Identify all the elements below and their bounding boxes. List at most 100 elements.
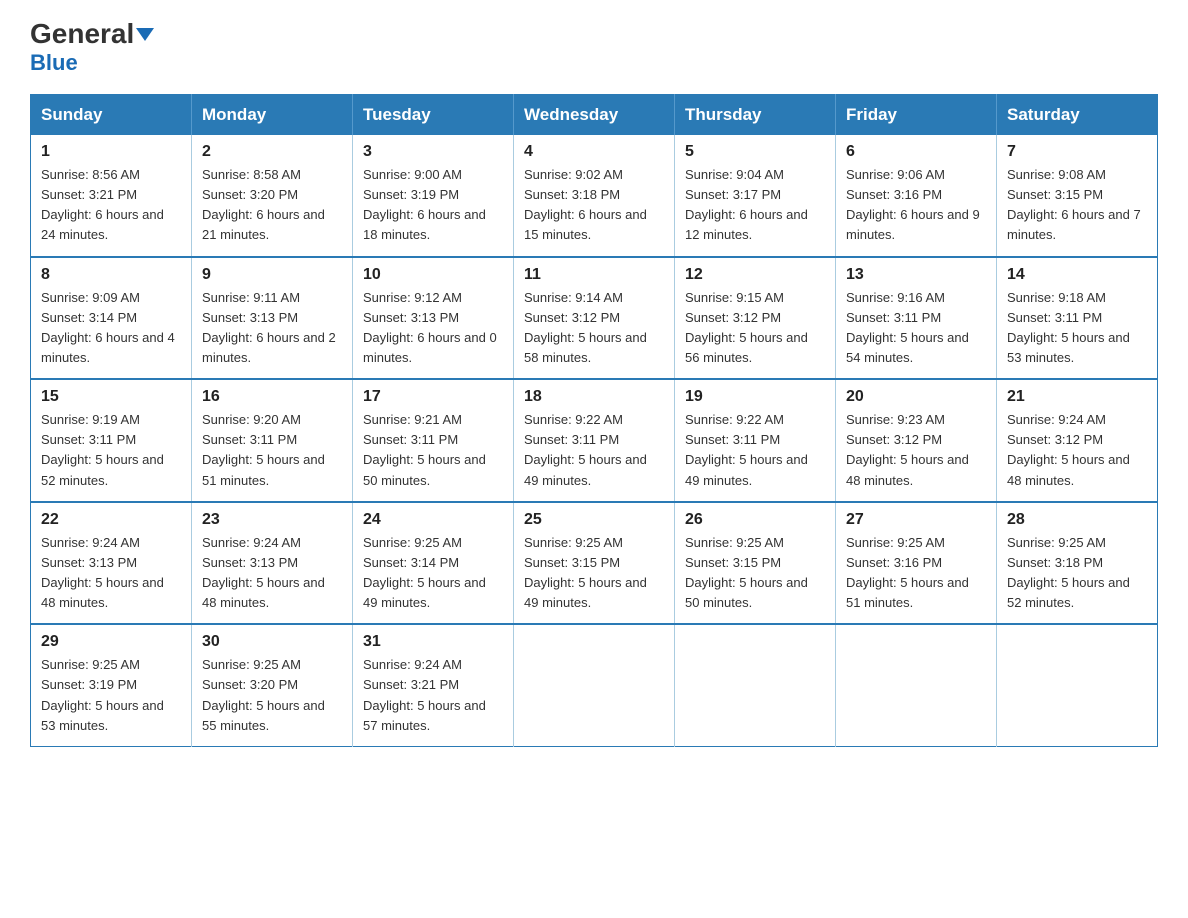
calendar-cell: 2 Sunrise: 8:58 AMSunset: 3:20 PMDaylight… [192, 135, 353, 257]
logo: General Blue [30, 20, 154, 76]
day-number: 21 [1007, 388, 1147, 406]
day-info: Sunrise: 9:14 AMSunset: 3:12 PMDaylight:… [524, 288, 664, 369]
day-info: Sunrise: 9:11 AMSunset: 3:13 PMDaylight:… [202, 288, 342, 369]
day-info: Sunrise: 9:20 AMSunset: 3:11 PMDaylight:… [202, 410, 342, 491]
day-number: 31 [363, 633, 503, 651]
calendar-cell: 31 Sunrise: 9:24 AMSunset: 3:21 PMDayligh… [353, 624, 514, 746]
day-info: Sunrise: 9:22 AMSunset: 3:11 PMDaylight:… [685, 410, 825, 491]
day-info: Sunrise: 9:24 AMSunset: 3:13 PMDaylight:… [202, 533, 342, 614]
calendar-week-row: 15Sunrise: 9:19 AMSunset: 3:11 PMDayligh… [31, 379, 1158, 502]
day-header-wednesday: Wednesday [514, 95, 675, 136]
calendar-cell: 19 Sunrise: 9:22 AMSunset: 3:11 PMDayligh… [675, 379, 836, 502]
calendar-week-row: 22 Sunrise: 9:24 AMSunset: 3:13 PMDayligh… [31, 502, 1158, 625]
calendar-cell: 15Sunrise: 9:19 AMSunset: 3:11 PMDayligh… [31, 379, 192, 502]
day-number: 7 [1007, 143, 1147, 161]
logo-blue: Blue [30, 50, 78, 76]
calendar-week-row: 1Sunrise: 8:56 AMSunset: 3:21 PMDaylight… [31, 135, 1158, 257]
day-number: 28 [1007, 511, 1147, 529]
day-info: Sunrise: 9:19 AMSunset: 3:11 PMDaylight:… [41, 410, 181, 491]
day-info: Sunrise: 9:00 AMSunset: 3:19 PMDaylight:… [363, 165, 503, 246]
day-number: 13 [846, 266, 986, 284]
day-number: 22 [41, 511, 181, 529]
day-info: Sunrise: 9:15 AMSunset: 3:12 PMDaylight:… [685, 288, 825, 369]
calendar-cell [836, 624, 997, 746]
calendar-cell: 20 Sunrise: 9:23 AMSunset: 3:12 PMDayligh… [836, 379, 997, 502]
day-number: 16 [202, 388, 342, 406]
calendar-cell: 8Sunrise: 9:09 AMSunset: 3:14 PMDaylight… [31, 257, 192, 380]
day-info: Sunrise: 9:22 AMSunset: 3:11 PMDaylight:… [524, 410, 664, 491]
calendar-cell: 7 Sunrise: 9:08 AMSunset: 3:15 PMDaylight… [997, 135, 1158, 257]
day-number: 5 [685, 143, 825, 161]
calendar-cell: 5 Sunrise: 9:04 AMSunset: 3:17 PMDaylight… [675, 135, 836, 257]
calendar-cell [675, 624, 836, 746]
day-number: 14 [1007, 266, 1147, 284]
day-number: 23 [202, 511, 342, 529]
day-info: Sunrise: 9:04 AMSunset: 3:17 PMDaylight:… [685, 165, 825, 246]
day-number: 17 [363, 388, 503, 406]
calendar-cell: 3Sunrise: 9:00 AMSunset: 3:19 PMDaylight… [353, 135, 514, 257]
day-info: Sunrise: 9:06 AMSunset: 3:16 PMDaylight:… [846, 165, 986, 246]
calendar-cell: 17 Sunrise: 9:21 AMSunset: 3:11 PMDayligh… [353, 379, 514, 502]
day-info: Sunrise: 9:23 AMSunset: 3:12 PMDaylight:… [846, 410, 986, 491]
day-number: 27 [846, 511, 986, 529]
day-info: Sunrise: 9:25 AMSunset: 3:19 PMDaylight:… [41, 655, 181, 736]
day-info: Sunrise: 9:24 AMSunset: 3:21 PMDaylight:… [363, 655, 503, 736]
calendar-cell: 18 Sunrise: 9:22 AMSunset: 3:11 PMDayligh… [514, 379, 675, 502]
calendar-cell: 6 Sunrise: 9:06 AMSunset: 3:16 PMDaylight… [836, 135, 997, 257]
page-header: General Blue [30, 20, 1158, 76]
calendar-cell: 10 Sunrise: 9:12 AMSunset: 3:13 PMDayligh… [353, 257, 514, 380]
calendar-cell: 26 Sunrise: 9:25 AMSunset: 3:15 PMDayligh… [675, 502, 836, 625]
calendar-cell: 14 Sunrise: 9:18 AMSunset: 3:11 PMDayligh… [997, 257, 1158, 380]
calendar-cell: 21 Sunrise: 9:24 AMSunset: 3:12 PMDayligh… [997, 379, 1158, 502]
day-number: 20 [846, 388, 986, 406]
calendar-cell: 1Sunrise: 8:56 AMSunset: 3:21 PMDaylight… [31, 135, 192, 257]
calendar-week-row: 29 Sunrise: 9:25 AMSunset: 3:19 PMDayligh… [31, 624, 1158, 746]
day-number: 12 [685, 266, 825, 284]
day-number: 6 [846, 143, 986, 161]
day-number: 29 [41, 633, 181, 651]
day-number: 18 [524, 388, 664, 406]
calendar-cell: 9 Sunrise: 9:11 AMSunset: 3:13 PMDaylight… [192, 257, 353, 380]
calendar-cell: 24 Sunrise: 9:25 AMSunset: 3:14 PMDayligh… [353, 502, 514, 625]
day-number: 2 [202, 143, 342, 161]
day-header-thursday: Thursday [675, 95, 836, 136]
day-info: Sunrise: 9:02 AMSunset: 3:18 PMDaylight:… [524, 165, 664, 246]
calendar-cell [997, 624, 1158, 746]
day-number: 4 [524, 143, 664, 161]
day-info: Sunrise: 9:08 AMSunset: 3:15 PMDaylight:… [1007, 165, 1147, 246]
logo-triangle-icon [136, 28, 154, 41]
day-number: 26 [685, 511, 825, 529]
day-number: 9 [202, 266, 342, 284]
calendar-cell: 11 Sunrise: 9:14 AMSunset: 3:12 PMDayligh… [514, 257, 675, 380]
calendar-cell: 28 Sunrise: 9:25 AMSunset: 3:18 PMDayligh… [997, 502, 1158, 625]
day-number: 10 [363, 266, 503, 284]
day-number: 11 [524, 266, 664, 284]
calendar-cell: 12 Sunrise: 9:15 AMSunset: 3:12 PMDayligh… [675, 257, 836, 380]
day-info: Sunrise: 8:58 AMSunset: 3:20 PMDaylight:… [202, 165, 342, 246]
day-info: Sunrise: 9:12 AMSunset: 3:13 PMDaylight:… [363, 288, 503, 369]
calendar-cell [514, 624, 675, 746]
calendar-header-row: SundayMondayTuesdayWednesdayThursdayFrid… [31, 95, 1158, 136]
day-info: Sunrise: 9:25 AMSunset: 3:18 PMDaylight:… [1007, 533, 1147, 614]
day-info: Sunrise: 9:24 AMSunset: 3:13 PMDaylight:… [41, 533, 181, 614]
day-header-monday: Monday [192, 95, 353, 136]
day-info: Sunrise: 9:18 AMSunset: 3:11 PMDaylight:… [1007, 288, 1147, 369]
calendar-cell: 27 Sunrise: 9:25 AMSunset: 3:16 PMDayligh… [836, 502, 997, 625]
calendar-cell: 22 Sunrise: 9:24 AMSunset: 3:13 PMDayligh… [31, 502, 192, 625]
day-number: 19 [685, 388, 825, 406]
calendar-cell: 30Sunrise: 9:25 AMSunset: 3:20 PMDayligh… [192, 624, 353, 746]
day-info: Sunrise: 9:25 AMSunset: 3:16 PMDaylight:… [846, 533, 986, 614]
calendar-cell: 13Sunrise: 9:16 AMSunset: 3:11 PMDayligh… [836, 257, 997, 380]
calendar-week-row: 8Sunrise: 9:09 AMSunset: 3:14 PMDaylight… [31, 257, 1158, 380]
day-info: Sunrise: 9:25 AMSunset: 3:15 PMDaylight:… [685, 533, 825, 614]
day-info: Sunrise: 9:25 AMSunset: 3:15 PMDaylight:… [524, 533, 664, 614]
day-number: 30 [202, 633, 342, 651]
day-info: Sunrise: 9:24 AMSunset: 3:12 PMDaylight:… [1007, 410, 1147, 491]
day-info: Sunrise: 9:21 AMSunset: 3:11 PMDaylight:… [363, 410, 503, 491]
day-header-tuesday: Tuesday [353, 95, 514, 136]
calendar-cell: 16 Sunrise: 9:20 AMSunset: 3:11 PMDayligh… [192, 379, 353, 502]
day-number: 24 [363, 511, 503, 529]
day-info: Sunrise: 9:25 AMSunset: 3:14 PMDaylight:… [363, 533, 503, 614]
day-header-saturday: Saturday [997, 95, 1158, 136]
day-number: 1 [41, 143, 181, 161]
